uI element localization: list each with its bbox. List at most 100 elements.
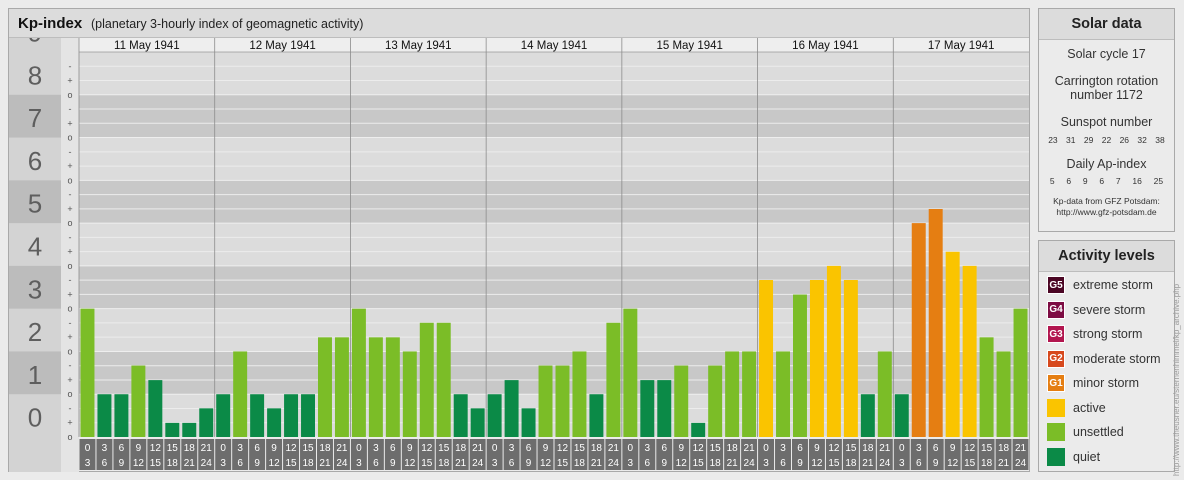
interval-start-label: 3 <box>102 443 108 454</box>
ap-value: 25 <box>1153 176 1164 186</box>
interval-end-label: 24 <box>744 458 756 469</box>
kp-bar <box>589 394 604 437</box>
data-credit-line1: Kp-data from GFZ Potsdam: <box>1053 196 1160 206</box>
interval-end-label: 18 <box>438 458 450 469</box>
interval-start-label: 6 <box>797 443 803 454</box>
interval-end-label: 18 <box>167 458 179 469</box>
interval-end-label: 24 <box>336 458 348 469</box>
interval-start-label: 6 <box>254 443 260 454</box>
kp-tick-label: 6 <box>28 146 42 176</box>
kp-bar <box>674 365 689 437</box>
sunspot-value: 29 <box>1083 135 1094 145</box>
kp-bar <box>334 337 349 437</box>
solar-cycle: Solar cycle 17 <box>1067 47 1146 61</box>
interval-start-label: 3 <box>237 443 243 454</box>
interval-start-label: 21 <box>744 443 756 454</box>
interval-end-label: 15 <box>964 458 976 469</box>
interval-start-label: 15 <box>302 443 314 454</box>
minor-tick-label: + <box>67 76 72 86</box>
kp-bar <box>962 265 977 437</box>
minor-tick-label: + <box>67 418 72 428</box>
interval-end-label: 12 <box>269 458 281 469</box>
level-label: unsettled <box>1073 425 1124 439</box>
minor-tick-label: o <box>67 346 72 356</box>
solar-data-title: Solar data <box>1039 9 1174 40</box>
chart-subtitle: (planetary 3-hourly index of geomagnetic… <box>91 17 364 31</box>
kp-bar <box>708 365 723 437</box>
minor-tick-label: - <box>69 275 72 285</box>
interval-start-label: 0 <box>899 443 905 454</box>
kp-bar <box>97 394 112 437</box>
kp-bar <box>368 337 383 437</box>
kp-bar <box>250 394 265 437</box>
data-credit-link[interactable]: http://www.gfz-potsdam.de <box>1039 207 1174 218</box>
minor-tick-label: o <box>67 90 72 100</box>
minor-tick-label: - <box>69 190 72 200</box>
kp-bar <box>979 337 994 437</box>
activity-level-strong-storm: G3 strong storm <box>1047 325 1142 343</box>
level-swatch: G4 <box>1047 300 1065 319</box>
activity-level-quiet: quiet <box>1047 447 1100 466</box>
interval-start-label: 12 <box>285 443 297 454</box>
interval-end-label: 12 <box>811 458 823 469</box>
interval-end-label: 24 <box>201 458 213 469</box>
interval-end-label: 21 <box>184 458 196 469</box>
day-label: 12 May 1941 <box>249 40 316 52</box>
interval-end-label: 9 <box>119 458 125 469</box>
interval-start-label: 12 <box>964 443 976 454</box>
interval-start-label: 3 <box>509 443 515 454</box>
interval-start-label: 0 <box>356 443 362 454</box>
interval-end-label: 6 <box>102 458 108 469</box>
interval-end-label: 15 <box>285 458 297 469</box>
kp-bar <box>267 408 282 437</box>
minor-tick-label: + <box>67 375 72 385</box>
interval-start-label: 0 <box>220 443 226 454</box>
kp-bar <box>351 308 366 437</box>
sunspot-value: 31 <box>1066 135 1076 145</box>
solar-data-panel: Solar data Solar cycle 17 Carrington rot… <box>1038 8 1175 232</box>
kp-bar <box>555 365 570 437</box>
level-swatch: G5 <box>1047 276 1065 294</box>
interval-start-label: 9 <box>678 443 684 454</box>
interval-end-label: 12 <box>676 458 688 469</box>
interval-end-label: 6 <box>916 458 922 469</box>
interval-end-label: 9 <box>254 458 260 469</box>
interval-end-label: 21 <box>591 458 603 469</box>
carrington-line2: number 1172 <box>1070 88 1143 102</box>
interval-end-label: 18 <box>574 458 586 469</box>
chart-title-bar: Kp-index (planetary 3-hourly index of ge… <box>9 9 1029 38</box>
minor-tick-label: o <box>67 389 72 399</box>
interval-end-label: 9 <box>390 458 396 469</box>
ap-value: 9 <box>1082 176 1088 186</box>
interval-start-label: 18 <box>998 443 1010 454</box>
interval-start-label: 18 <box>184 443 196 454</box>
sunspot-value: 32 <box>1137 135 1147 145</box>
ap-value: 7 <box>1115 176 1121 186</box>
kp-bar <box>504 380 519 437</box>
sunspot-title: Sunspot number <box>1060 115 1153 129</box>
kp-bar <box>538 365 553 437</box>
ap-value: 5 <box>1049 176 1055 186</box>
interval-end-label: 18 <box>302 458 314 469</box>
interval-start-label: 0 <box>85 443 91 454</box>
minor-tick-label: - <box>69 232 72 242</box>
kp-bar <box>572 351 587 437</box>
sunspot-value: 38 <box>1155 135 1165 145</box>
kp-bar <box>776 351 790 437</box>
interval-start-label: 6 <box>390 443 396 454</box>
minor-tick-label: o <box>67 175 72 185</box>
interval-end-label: 21 <box>319 458 331 469</box>
day-label: 15 May 1941 <box>656 40 723 52</box>
level-label: active <box>1073 400 1106 415</box>
activity-level-unsettled: unsettled <box>1047 423 1124 441</box>
plot-band <box>79 265 1029 309</box>
interval-end-label: 3 <box>628 458 634 469</box>
sunspot-value: 26 <box>1119 135 1130 145</box>
kp-bar <box>826 265 841 437</box>
interval-start-label: 18 <box>862 443 874 454</box>
interval-end-label: 18 <box>710 458 722 469</box>
kp-tick-label: 7 <box>28 103 42 133</box>
interval-start-label: 12 <box>557 443 569 454</box>
kp-bar <box>453 394 468 437</box>
minor-tick-label: - <box>69 403 72 413</box>
